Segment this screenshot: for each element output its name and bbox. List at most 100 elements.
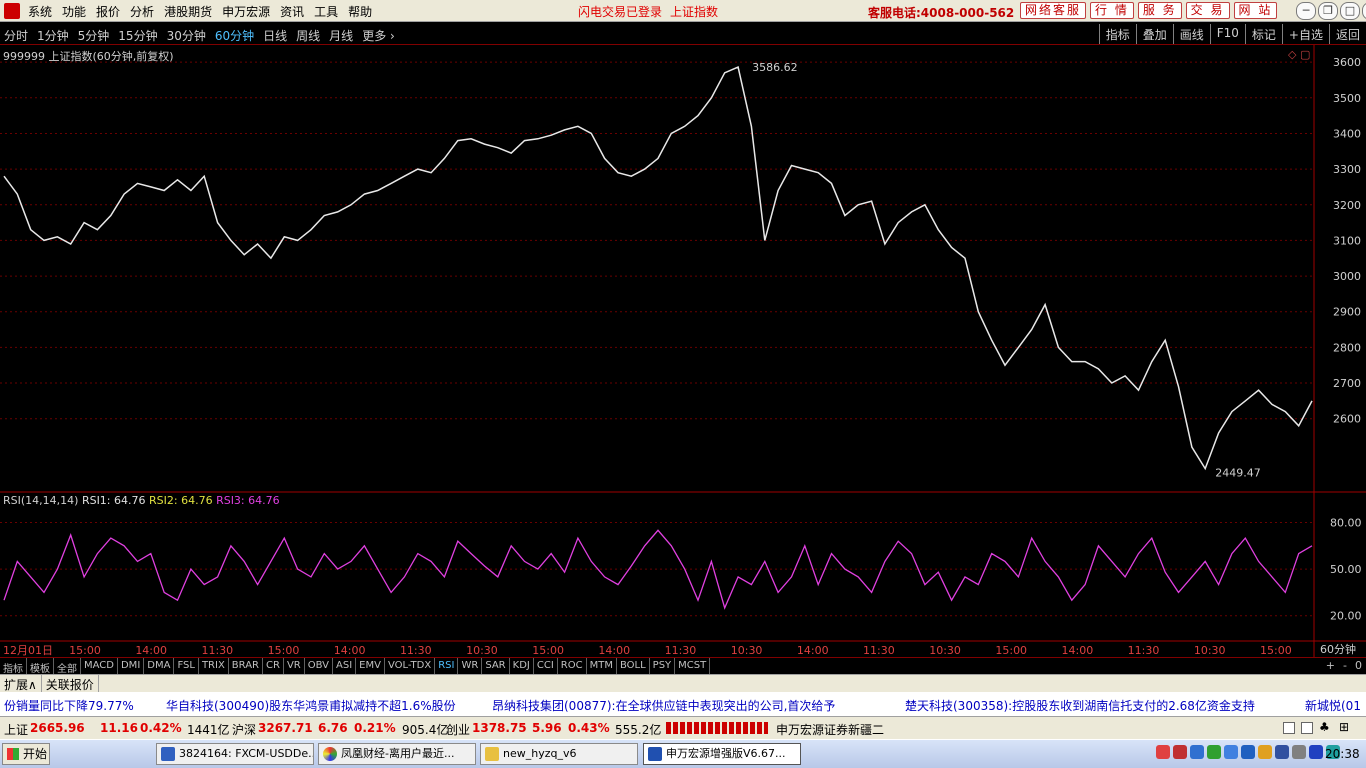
task-folder[interactable]: new_hyzq_v6 [480,743,638,765]
indicator-tab-mtm[interactable]: MTM [587,658,617,674]
ticker-item[interactable]: 昂纳科技集团(00877):在全球供应链中表现突出的公司,首次给予 [492,697,835,714]
tray-icon[interactable] [1224,745,1238,759]
window-icon[interactable] [1283,722,1295,734]
indicator-tab-rsi[interactable]: RSI [435,658,459,674]
indicator-tab-sar[interactable]: SAR [482,658,510,674]
time-tick-label: 14:00 [598,644,630,657]
ticker-item[interactable]: 楚天科技(300358):控股股东收到湖南信托支付的2.68亿资金支持 [905,697,1255,714]
price-tick-label: 2700 [1333,377,1361,390]
time-tick-label: 12月01日 [3,644,53,657]
tray-icon[interactable] [1173,745,1187,759]
period-15min[interactable]: 15分钟 [118,27,157,44]
menu-hk-futures[interactable]: 港股期货 [162,3,220,20]
indicator-tab-psy[interactable]: PSY [650,658,676,674]
period-more[interactable]: 更多 › [362,27,395,44]
add-favorite-button[interactable]: +自选 [1281,24,1329,44]
menu-news[interactable]: 资讯 [278,3,312,20]
website-button[interactable]: 网 站 [1233,2,1278,19]
indicator-tab-dmi[interactable]: DMI [118,658,145,674]
chart-options-icon[interactable]: ◇ ▢ [1288,48,1310,61]
indicator-tab-asi[interactable]: ASI [333,658,357,674]
tray-icon[interactable] [1190,745,1204,759]
indicator-button[interactable]: 指标 [1098,24,1136,44]
tray-icon[interactable] [1207,745,1221,759]
task-swhy[interactable]: 申万宏源增强版V6.67... [643,743,801,765]
menu-tools[interactable]: 工具 [312,3,346,20]
task-fxcm[interactable]: 3824164: FXCM-USDDe... [156,743,314,765]
chart-area[interactable]: 3600 3500 3400 3300 3200 3100 3000 2900 2800 2700… [0,45,1366,657]
period-weekly[interactable]: 周线 [296,27,320,44]
chart-title: 999999 上证指数(60分钟,前复权) [3,50,174,63]
menu-function[interactable]: 功能 [60,3,94,20]
reset-button[interactable]: 0 [1355,659,1362,672]
ticker-item[interactable]: 份销量同比下降79.77% [4,697,134,714]
menu-swhy[interactable]: 申万宏源 [220,3,278,20]
restore-button[interactable]: ❐ [1318,2,1338,20]
indicator-tab-obv[interactable]: OBV [305,658,333,674]
indicator-tab-mcst[interactable]: MCST [675,658,711,674]
indicator-tab-trix[interactable]: TRIX [199,658,229,674]
menu-system[interactable]: 系统 [26,3,60,20]
period-1min[interactable]: 1分钟 [37,27,69,44]
indicator-tab-brar[interactable]: BRAR [229,658,263,674]
period-5min[interactable]: 5分钟 [78,27,110,44]
indicator-tab-boll[interactable]: BOLL [617,658,650,674]
menu-help[interactable]: 帮助 [346,3,380,20]
menu-quotes[interactable]: 报价 [94,3,128,20]
indicator-tab-cci[interactable]: CCI [534,658,558,674]
indicator-tab-macd[interactable]: MACD [81,658,118,674]
menu-analysis[interactable]: 分析 [128,3,162,20]
indicator-tab-roc[interactable]: ROC [558,658,587,674]
indicator-tab-指标[interactable]: 指标 [0,658,27,675]
indicator-tab-wr[interactable]: WR [458,658,483,674]
indicator-tab-全部[interactable]: 全部 [54,658,81,675]
mark-button[interactable]: 标记 [1244,24,1282,44]
back-button[interactable]: 返回 [1328,24,1366,44]
ticker-item[interactable]: 新城悦(01 [1305,697,1361,714]
period-daily[interactable]: 日线 [263,27,287,44]
tray-icon[interactable] [1156,745,1170,759]
period-monthly[interactable]: 月线 [329,27,353,44]
indicator-tab-vr[interactable]: VR [284,658,305,674]
indicator-tab-fsl[interactable]: FSL [174,658,199,674]
draw-line-button[interactable]: 画线 [1172,24,1210,44]
indicator-tab-kdj[interactable]: KDJ [510,658,534,674]
sound-icon[interactable]: ♣ [1319,720,1330,734]
zoom-in-button[interactable]: + [1326,659,1335,672]
window-icon[interactable] [1301,722,1313,734]
window-controls: ─ ❐ □ ✕ [1296,2,1366,20]
start-button[interactable]: 开始 [2,743,50,765]
tray-icon[interactable] [1241,745,1255,759]
indicator-tab-emv[interactable]: EMV [356,658,385,674]
bluetooth-icon[interactable] [1309,745,1323,759]
online-service-button[interactable]: 网络客服 [1020,2,1087,19]
status-bar: 上证 2665.96 11.16 0.42% 1441亿 沪深 3267.71 … [0,716,1366,739]
trade-button[interactable]: 交 易 [1185,2,1230,19]
indicator-tab-模板[interactable]: 模板 [27,658,54,675]
task-label: new_hyzq_v6 [503,747,577,760]
service-button[interactable]: 服 务 [1137,2,1182,19]
maximize-button[interactable]: □ [1340,2,1360,20]
f10-button[interactable]: F10 [1209,24,1245,44]
tray-icon[interactable] [1275,745,1289,759]
indicator-tab-vol-tdx[interactable]: VOL-TDX [385,658,436,674]
time-tick-label: 11:30 [201,644,233,657]
indicator-tab-cr[interactable]: CR [263,658,284,674]
ticker-item[interactable]: 华自科技(300490)股东华鸿景甫拟减持不超1.6%股份 [166,697,456,714]
overlay-button[interactable]: 叠加 [1135,24,1173,44]
lock-icon[interactable]: ⊞ [1339,720,1349,734]
period-30min[interactable]: 30分钟 [167,27,206,44]
tray-icon[interactable] [1258,745,1272,759]
rsi-tick-label: 80.00 [1330,517,1362,530]
indicator-tab-dma[interactable]: DMA [144,658,175,674]
quotes-button[interactable]: 行 情 [1090,2,1134,19]
period-60min[interactable]: 60分钟 [215,27,254,44]
close-button[interactable]: ✕ [1362,2,1366,20]
minimize-button[interactable]: ─ [1296,2,1316,20]
sh-label: 上证 [4,723,29,737]
zoom-out-button[interactable]: - [1343,659,1347,672]
task-ifeng[interactable]: 凤凰财经-离用户最近... [318,743,476,765]
period-intraday[interactable]: 分时 [4,27,28,44]
sz-value: 3267.71 [258,721,313,735]
tray-icon[interactable] [1292,745,1306,759]
